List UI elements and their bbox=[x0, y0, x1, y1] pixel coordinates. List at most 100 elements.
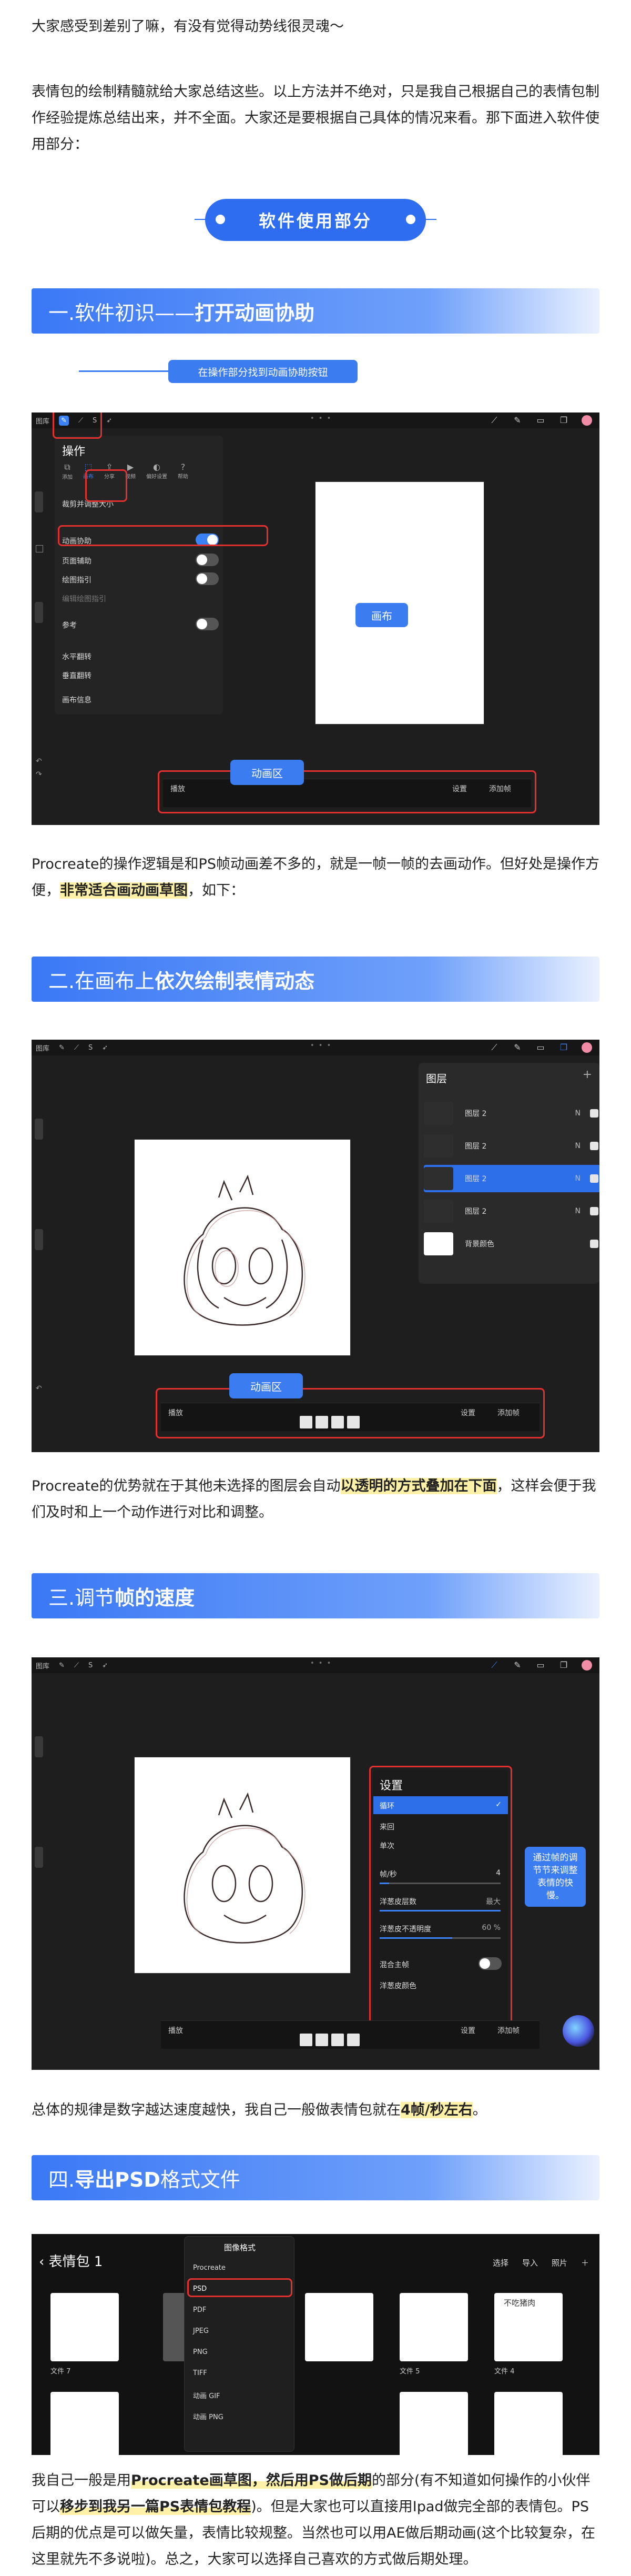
layer-visibility-checkbox[interactable] bbox=[590, 1240, 598, 1248]
menu-edit-guide[interactable]: 编辑绘图指引 bbox=[62, 593, 106, 604]
gallery-link-2[interactable]: 图库 bbox=[36, 1043, 49, 1053]
gallery-back[interactable]: ‹ 表情包 1 bbox=[39, 2251, 103, 2270]
reference-toggle[interactable] bbox=[196, 618, 219, 630]
format-gif[interactable]: 动画 GIF bbox=[193, 2390, 220, 2400]
menu-drawing-guide[interactable]: 绘图指引 bbox=[62, 575, 91, 585]
add-tab[interactable]: ⧉ 添加 bbox=[62, 462, 73, 480]
onion-opacity-slider[interactable] bbox=[380, 1937, 501, 1939]
gallery-link-3[interactable]: 图库 bbox=[36, 1661, 49, 1671]
anim-settings-button[interactable]: 设置 bbox=[452, 783, 467, 794]
file-thumbnail[interactable] bbox=[400, 2293, 468, 2361]
format-procreate[interactable]: Procreate bbox=[193, 2264, 226, 2272]
undo-icon[interactable]: ↶ bbox=[36, 757, 42, 766]
onion-color-label[interactable]: 洋葱皮颜色 bbox=[380, 1980, 416, 1991]
menu-page-assist[interactable]: 页面辅助 bbox=[62, 556, 91, 566]
actions-icon-3[interactable]: ✎ bbox=[59, 1662, 65, 1669]
more-dots-icon-2[interactable]: • • • bbox=[310, 1042, 332, 1050]
layers-icon[interactable]: ❐ bbox=[558, 415, 569, 426]
blend-mode[interactable]: N bbox=[575, 1142, 581, 1150]
select-icon-2[interactable]: S bbox=[88, 1044, 93, 1052]
redo-icon[interactable]: ↷ bbox=[36, 770, 42, 779]
photo-button[interactable]: 照片 bbox=[552, 2257, 567, 2268]
one-shot-option[interactable]: 单次 bbox=[380, 1840, 394, 1851]
file-thumbnail[interactable]: 不吃猪肉 bbox=[494, 2293, 563, 2361]
frame-thumb[interactable] bbox=[331, 1416, 344, 1428]
gallery-link[interactable]: 图库 bbox=[36, 416, 49, 426]
play-button[interactable]: 播放 bbox=[170, 783, 185, 794]
page-assist-toggle[interactable] bbox=[196, 554, 219, 566]
frame-thumb[interactable] bbox=[347, 1416, 360, 1428]
blend-mode[interactable]: N bbox=[575, 1109, 581, 1118]
color-swatch[interactable] bbox=[582, 1042, 592, 1053]
layer-row-selected[interactable]: 图层 2 N bbox=[424, 1165, 599, 1192]
file-thumbnail[interactable] bbox=[494, 2392, 563, 2455]
layer-row[interactable]: 图层 2 N bbox=[424, 1132, 599, 1160]
brush-icon[interactable]: ⟋ bbox=[489, 415, 500, 426]
modify-button[interactable] bbox=[36, 545, 43, 552]
menu-flip-v[interactable]: 垂直翻转 bbox=[62, 670, 91, 681]
brush-icon[interactable]: ⟋ bbox=[489, 1660, 500, 1671]
add-layer-icon[interactable]: + bbox=[583, 1068, 592, 1081]
opacity-slider[interactable] bbox=[35, 1847, 43, 1868]
blend-mode[interactable]: N bbox=[575, 1174, 581, 1183]
file-thumbnail[interactable] bbox=[50, 2293, 119, 2361]
help-tab[interactable]: ? 帮助 bbox=[178, 462, 188, 480]
play-button[interactable]: 播放 bbox=[168, 2025, 183, 2036]
add-frame-button[interactable]: 添加帧 bbox=[497, 2025, 520, 2036]
layers-icon[interactable]: ❐ bbox=[558, 1660, 569, 1671]
opacity-slider[interactable] bbox=[35, 602, 43, 623]
brush-size-slider[interactable] bbox=[35, 491, 43, 512]
layer-visibility-checkbox[interactable] bbox=[590, 1174, 598, 1183]
layer-visibility-checkbox[interactable] bbox=[590, 1142, 598, 1150]
frame-thumb[interactable] bbox=[316, 2034, 328, 2046]
select-icon-3[interactable]: S bbox=[88, 1662, 93, 1669]
fps-slider[interactable] bbox=[380, 1883, 501, 1884]
brush-size-slider[interactable] bbox=[35, 1119, 43, 1140]
smudge-icon[interactable]: ✎ bbox=[512, 415, 523, 426]
menu-reference[interactable]: 参考 bbox=[62, 620, 77, 630]
smudge-icon[interactable]: ✎ bbox=[512, 1660, 523, 1671]
play-button[interactable]: 播放 bbox=[168, 1407, 183, 1418]
layer-row-background[interactable]: 背景颜色 bbox=[424, 1230, 599, 1257]
brush-icon[interactable]: ⟋ bbox=[489, 1042, 500, 1053]
add-frame-button[interactable]: 添加帧 bbox=[497, 1407, 520, 1418]
frame-thumb[interactable] bbox=[347, 2034, 360, 2046]
layer-visibility-checkbox[interactable] bbox=[590, 1109, 598, 1118]
format-animated-png[interactable]: 动画 PNG bbox=[193, 2411, 223, 2421]
blend-mode[interactable]: N bbox=[575, 1207, 581, 1215]
format-jpeg[interactable]: JPEG bbox=[193, 2327, 209, 2335]
drawing-canvas[interactable] bbox=[135, 1140, 350, 1355]
format-png[interactable]: PNG bbox=[193, 2348, 208, 2356]
format-tiff[interactable]: TIFF bbox=[193, 2369, 207, 2377]
actions-icon-2[interactable]: ✎ bbox=[59, 1044, 65, 1052]
layer-row[interactable]: 图层 2 N bbox=[424, 1198, 599, 1225]
ping-pong-option[interactable]: 来回 bbox=[380, 1822, 394, 1832]
layers-icon[interactable]: ❐ bbox=[558, 1042, 569, 1053]
frame-thumb[interactable] bbox=[331, 2034, 344, 2046]
blend-primary-toggle[interactable] bbox=[479, 1957, 502, 1970]
transform-icon[interactable]: ➶ bbox=[106, 417, 112, 425]
drawing-guide-toggle[interactable] bbox=[196, 572, 219, 585]
more-dots-icon-3[interactable]: • • • bbox=[310, 1659, 332, 1667]
color-swatch[interactable] bbox=[582, 415, 592, 426]
opacity-slider[interactable] bbox=[35, 1229, 43, 1250]
file-thumbnail[interactable] bbox=[50, 2392, 119, 2455]
menu-flip-h[interactable]: 水平翻转 bbox=[62, 651, 91, 662]
transform-icon-2[interactable]: ➶ bbox=[102, 1044, 108, 1052]
layer-visibility-checkbox[interactable] bbox=[590, 1207, 598, 1215]
loop-option[interactable]: 循环 ✓ bbox=[373, 1796, 508, 1814]
drawing-canvas[interactable] bbox=[135, 1757, 350, 1973]
layer-row[interactable]: 图层 2 N bbox=[424, 1100, 599, 1127]
adjust-icon-2[interactable]: ⟋ bbox=[74, 1044, 79, 1052]
eraser-icon[interactable]: ▭ bbox=[535, 1660, 546, 1671]
eraser-icon[interactable]: ▭ bbox=[535, 1042, 546, 1053]
smudge-icon[interactable]: ✎ bbox=[512, 1042, 523, 1053]
color-swatch[interactable] bbox=[582, 1660, 592, 1671]
file-thumbnail[interactable] bbox=[400, 2392, 468, 2455]
anim-settings-button[interactable]: 设置 bbox=[461, 2025, 475, 2036]
frame-thumb[interactable] bbox=[316, 1416, 328, 1428]
menu-canvas-info[interactable]: 画布信息 bbox=[62, 695, 91, 705]
new-canvas-button[interactable]: ＋ bbox=[581, 2257, 589, 2268]
frame-thumb[interactable] bbox=[300, 2034, 312, 2046]
transform-icon-3[interactable]: ➶ bbox=[102, 1662, 108, 1669]
